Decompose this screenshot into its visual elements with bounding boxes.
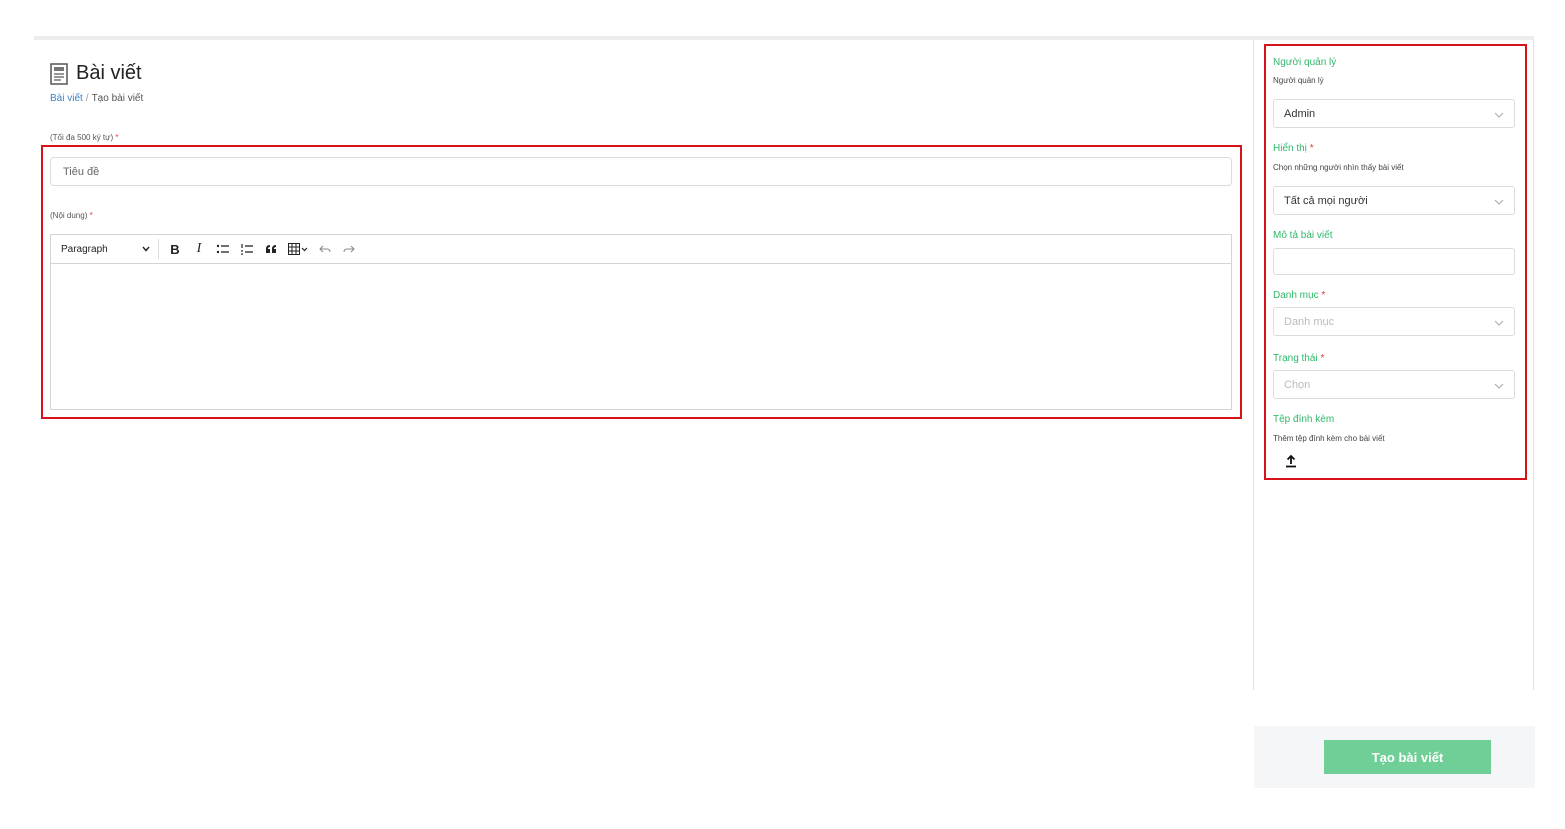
description-label: Mô tả bài viết (1273, 230, 1333, 241)
page-title: Bài viết (50, 62, 142, 85)
category-select[interactable]: Danh mục (1273, 307, 1515, 336)
manager-select[interactable]: Admin (1273, 99, 1515, 128)
breadcrumb-current: Tạo bài viết (91, 93, 144, 104)
required-mark: * (1309, 143, 1314, 154)
bold-icon: B (170, 241, 180, 257)
status-select-placeholder: Chọn (1284, 378, 1311, 391)
editor-toolbar: Paragraph B I (51, 235, 1231, 264)
category-select-placeholder: Danh mục (1284, 315, 1335, 328)
chevron-down-icon (1494, 317, 1504, 327)
block-quote-button[interactable] (259, 239, 283, 259)
attachment-label: Tệp đính kèm (1273, 414, 1335, 425)
description-input[interactable] (1273, 248, 1515, 275)
visibility-select[interactable]: Tất cả mọi người (1273, 186, 1515, 215)
visibility-label: Hiển thị * (1273, 143, 1314, 154)
required-mark: * (115, 133, 119, 142)
manager-label: Người quản lý (1273, 57, 1337, 68)
numbered-list-button[interactable] (235, 239, 259, 259)
chevron-down-icon (142, 244, 150, 255)
required-mark: * (89, 211, 93, 220)
sidebar-right-border (1533, 40, 1534, 690)
paragraph-format-label: Paragraph (61, 243, 108, 255)
chevron-down-icon (1494, 196, 1504, 206)
breadcrumb-link-posts[interactable]: Bài viết (50, 93, 83, 104)
required-mark: * (1320, 353, 1325, 364)
bulleted-list-button[interactable] (211, 239, 235, 259)
required-mark: * (1321, 290, 1326, 301)
status-label: Trạng thái * (1273, 353, 1324, 364)
create-post-button[interactable]: Tạo bài viết (1324, 740, 1491, 774)
manager-sub: Người quản lý (1273, 76, 1324, 85)
paragraph-format-dropdown[interactable]: Paragraph (61, 239, 159, 259)
italic-button[interactable]: I (187, 239, 211, 259)
title-input[interactable]: Tiêu đề (50, 157, 1232, 186)
bold-button[interactable]: B (163, 239, 187, 259)
category-label-text: Danh mục (1273, 290, 1319, 301)
insert-table-button[interactable] (283, 239, 313, 259)
sidebar-left-border (1253, 40, 1254, 690)
title-hint: (Tối đa 500 ký tự) * (50, 133, 119, 142)
title-hint-text: (Tối đa 500 ký tự) (50, 133, 114, 142)
editor-content-area[interactable] (51, 264, 1231, 410)
status-select[interactable]: Chọn (1273, 370, 1515, 399)
quote-icon (265, 244, 277, 254)
manager-select-value: Admin (1284, 107, 1316, 120)
breadcrumb-separator: / (85, 93, 89, 104)
top-divider (34, 36, 1534, 40)
bulleted-list-icon (216, 243, 230, 255)
chevron-down-icon (1494, 380, 1504, 390)
upload-icon[interactable] (1284, 454, 1298, 468)
content-hint: (Nội dung) * (50, 211, 93, 220)
undo-button[interactable] (313, 239, 337, 259)
redo-icon (343, 244, 355, 254)
undo-icon (319, 244, 331, 254)
numbered-list-icon (240, 243, 254, 255)
visibility-label-text: Hiển thị (1273, 143, 1307, 154)
redo-button[interactable] (337, 239, 361, 259)
newspaper-icon (50, 62, 68, 85)
status-label-text: Trạng thái (1273, 353, 1318, 364)
visibility-select-value: Tất cả mọi người (1284, 194, 1368, 207)
breadcrumb: Bài viết / Tạo bài viết (50, 93, 143, 104)
table-icon (288, 243, 308, 255)
page-title-text: Bài viết (76, 62, 142, 84)
title-input-placeholder: Tiêu đề (63, 165, 100, 178)
content-hint-text: (Nội dung) (50, 211, 88, 220)
attachment-sub: Thêm tệp đính kèm cho bài viết (1273, 434, 1385, 443)
rich-text-editor: Paragraph B I (50, 234, 1232, 410)
italic-icon: I (196, 241, 202, 256)
chevron-down-icon (1494, 109, 1504, 119)
visibility-sub: Chọn những người nhìn thấy bài viết (1273, 163, 1404, 172)
category-label: Danh mục * (1273, 290, 1325, 301)
